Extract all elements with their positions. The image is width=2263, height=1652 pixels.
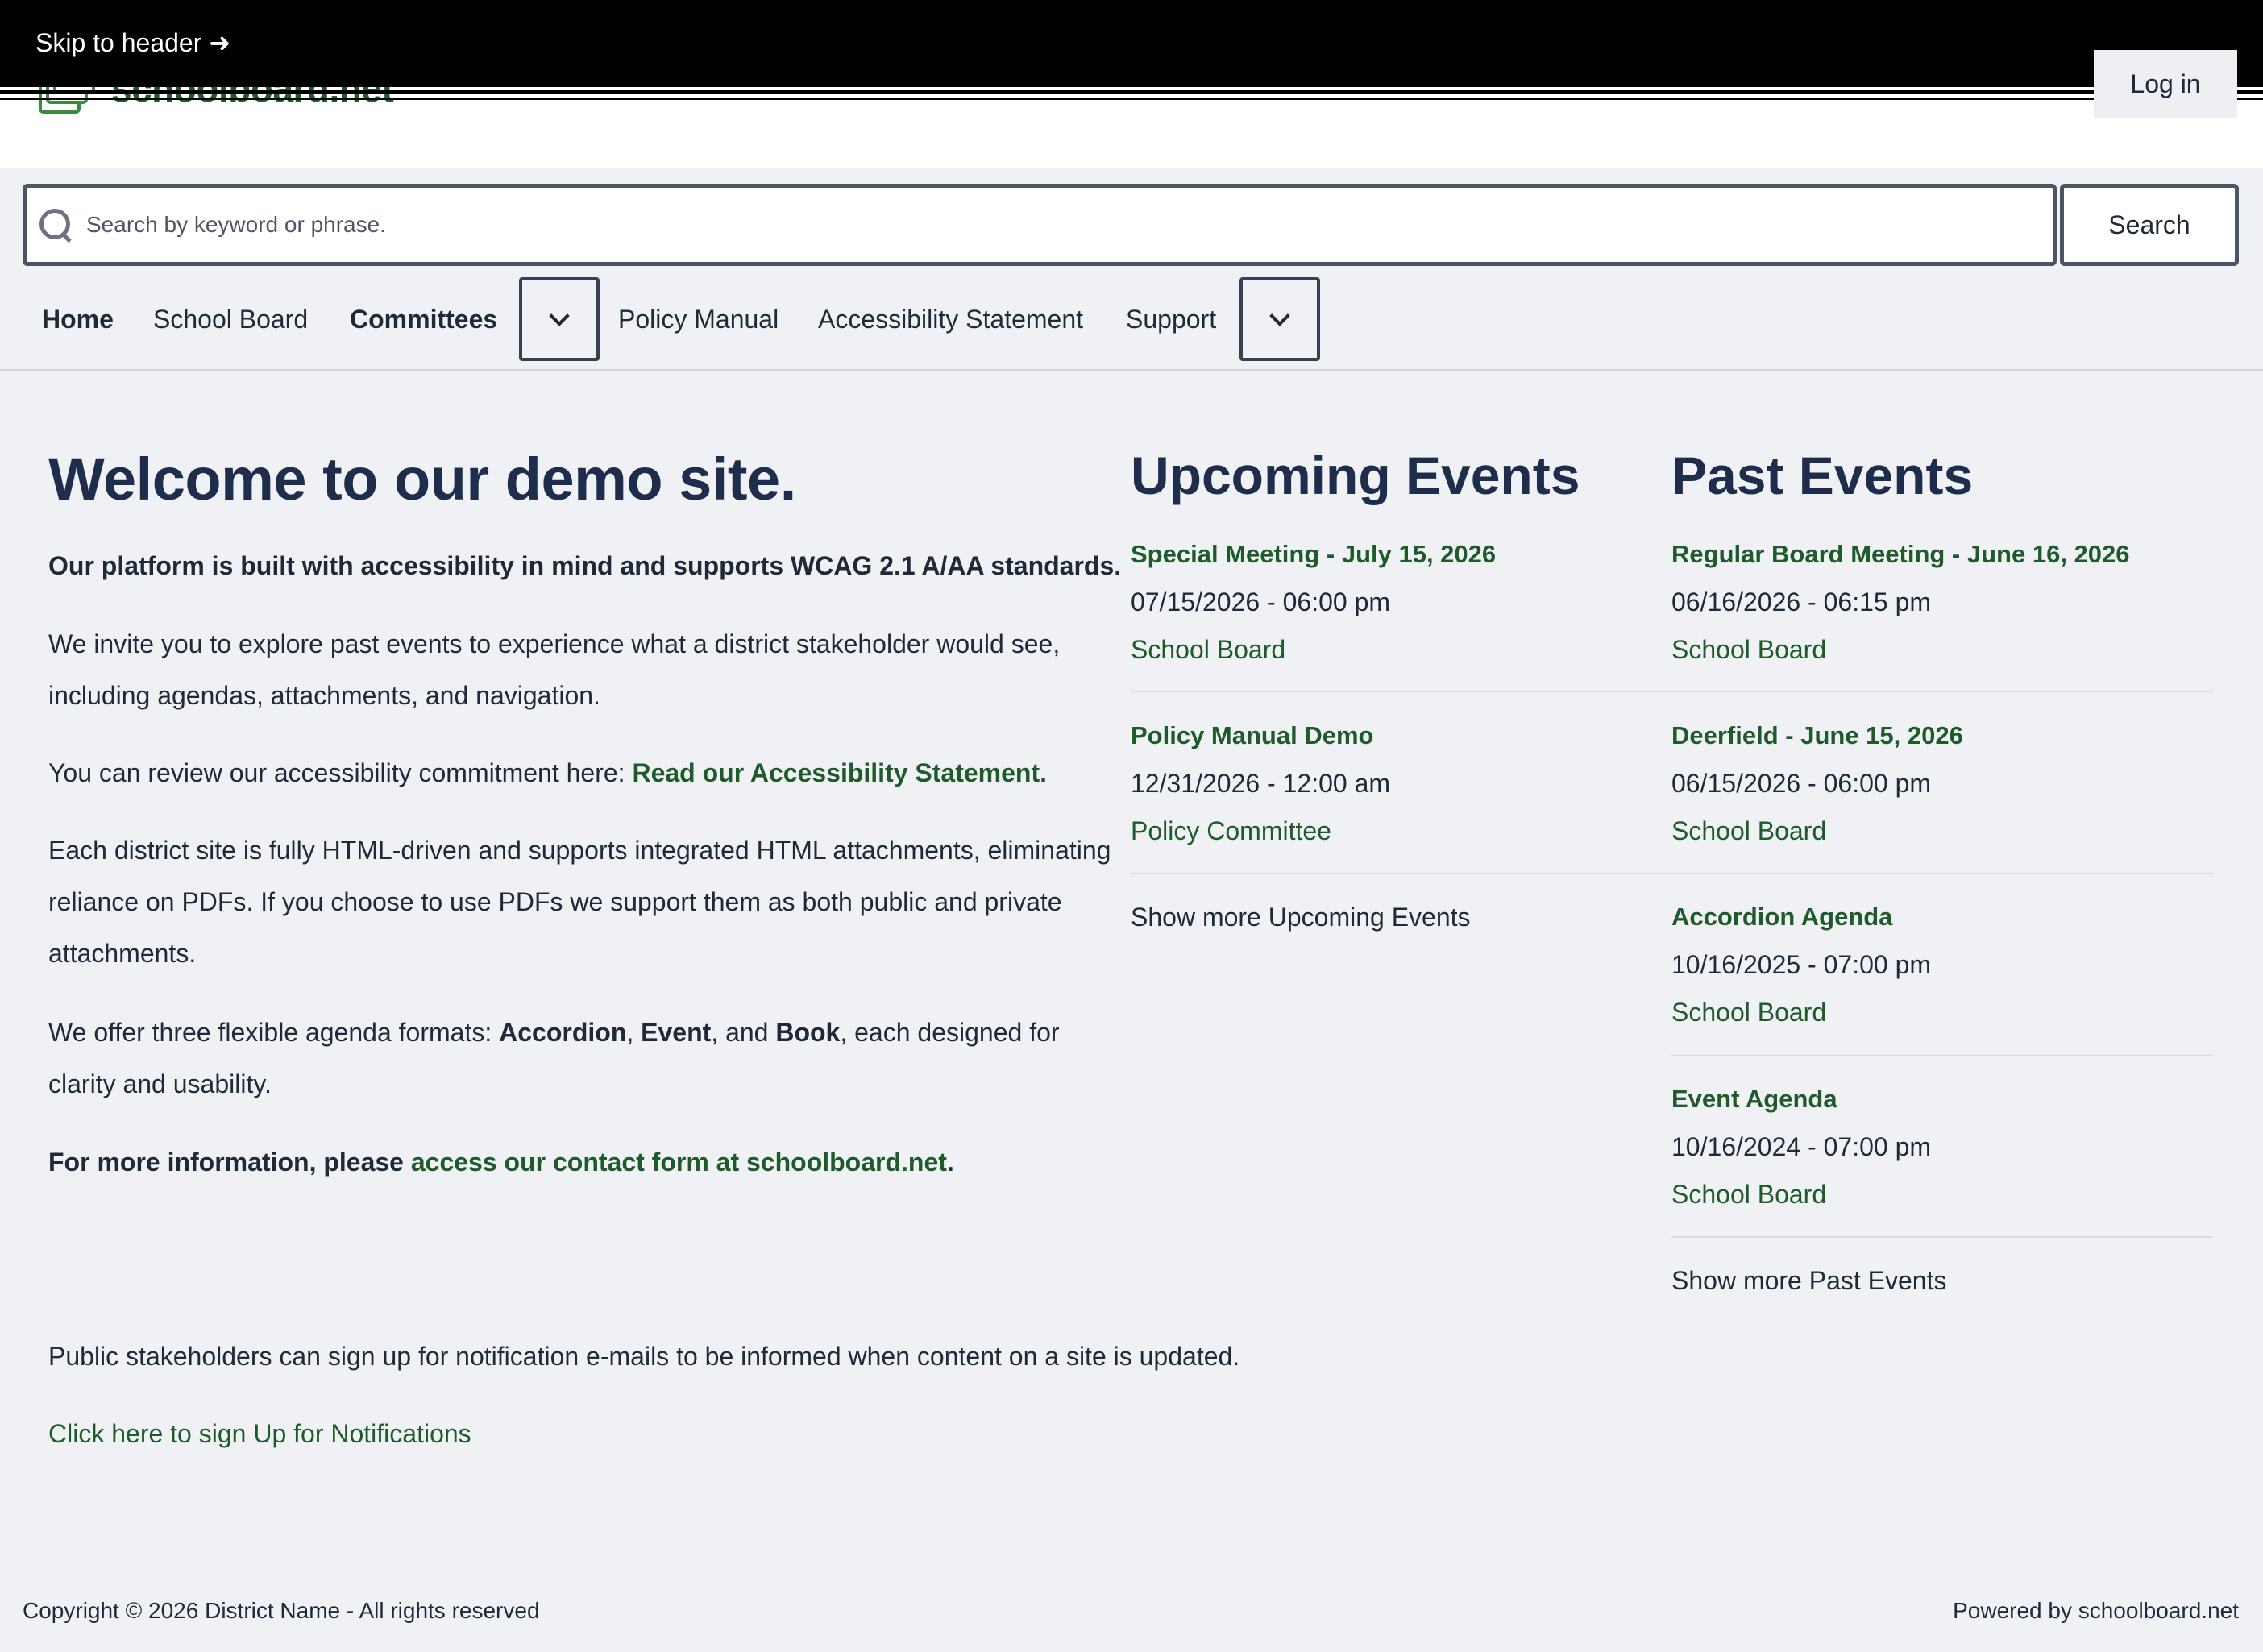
past-events-heading: Past Events	[1671, 446, 1974, 505]
login-button[interactable]: Log in	[2094, 50, 2237, 118]
nav-item-committees[interactable]: Committees	[350, 305, 497, 334]
show-more-past-link[interactable]: Show more Past Events	[1671, 1266, 1946, 1296]
skip-to-header-link[interactable]: Skip to header ➜	[35, 27, 230, 58]
upcoming-event-date: 12/31/2026 - 12:00 am	[1131, 769, 1391, 798]
past-event-title[interactable]: Event Agenda	[1671, 1085, 1837, 1114]
support-dropdown-button[interactable]	[1239, 277, 1320, 361]
skip-bar	[0, 0, 2263, 100]
accessibility-text: You can review our accessibility commitm…	[48, 758, 633, 787]
past-event-committee[interactable]: School Board	[1671, 635, 1826, 665]
accessibility-paragraph: You can review our accessibility commitm…	[48, 747, 1161, 799]
contact-form-link[interactable]: access our contact form at schoolboard.n…	[411, 1148, 947, 1177]
nav-item-support[interactable]: Support	[1126, 305, 1216, 334]
notification-link-wrap: Click here to sign Up for Notifications	[48, 1408, 1161, 1459]
show-more-upcoming-link[interactable]: Show more Upcoming Events	[1131, 903, 1471, 932]
contact-paragraph: For more information, please access our …	[48, 1136, 1161, 1188]
past-event-committee[interactable]: School Board	[1671, 816, 1826, 846]
event-divider	[1671, 1236, 2213, 1238]
formats-paragraph: We offer three flexible agenda formats: …	[48, 1007, 1128, 1110]
formats-text: We offer three flexible agenda formats:	[48, 1018, 500, 1047]
page-title: Welcome to our demo site.	[48, 446, 796, 513]
explore-paragraph: We invite you to explore past events to …	[48, 629, 1061, 710]
formats-sep: ,	[626, 1018, 642, 1047]
powered-by-link[interactable]: Powered by schoolboard.net	[1953, 1598, 2239, 1624]
event-divider	[1671, 1055, 2213, 1056]
past-event-title[interactable]: Regular Board Meeting - June 16, 2026	[1671, 540, 2130, 569]
format-book: Book	[775, 1018, 841, 1047]
chevron-down-icon	[1269, 305, 1290, 326]
upcoming-events-heading: Upcoming Events	[1131, 446, 1580, 505]
event-divider	[1131, 691, 1671, 692]
formats-sep: , and	[711, 1018, 776, 1047]
contact-period: .	[946, 1148, 954, 1177]
upcoming-event-committee[interactable]: School Board	[1131, 635, 1285, 665]
past-event-date: 06/15/2026 - 06:00 pm	[1671, 769, 1932, 798]
format-accordion: Accordion	[499, 1018, 627, 1047]
signup-notifications-link[interactable]: Click here to sign Up for Notifications	[48, 1419, 471, 1448]
search-box	[23, 184, 2057, 266]
search-button[interactable]: Search	[2060, 184, 2239, 266]
event-divider	[1131, 873, 1671, 874]
notification-paragraph: Public stakeholders can sign up for noti…	[48, 1342, 1240, 1371]
upcoming-event-date: 07/15/2026 - 06:00 pm	[1131, 587, 1391, 616]
copyright-text: Copyright © 2026 District Name - All rig…	[23, 1598, 540, 1623]
nav-item-school-board[interactable]: School Board	[153, 305, 308, 334]
intro-paragraph: Our platform is built with accessibility…	[48, 540, 1193, 591]
nav-item-home[interactable]: Home	[42, 305, 114, 334]
upcoming-event-committee[interactable]: Policy Committee	[1131, 816, 1331, 846]
nav-item-policy-manual[interactable]: Policy Manual	[618, 305, 779, 334]
past-event-title[interactable]: Deerfield - June 15, 2026	[1671, 721, 1963, 750]
chevron-down-icon	[549, 305, 570, 326]
past-event-date: 10/16/2025 - 07:00 pm	[1671, 950, 1932, 979]
upcoming-event-title[interactable]: Policy Manual Demo	[1131, 721, 1373, 750]
event-divider	[1671, 691, 2213, 692]
committees-dropdown-button[interactable]	[519, 277, 600, 361]
contact-text: For more information, please	[48, 1148, 411, 1177]
format-event: Event	[641, 1018, 712, 1047]
html-paragraph: Each district site is fully HTML-driven …	[48, 836, 1111, 968]
upcoming-event-title[interactable]: Special Meeting - July 15, 2026	[1131, 540, 1496, 569]
header-divider	[0, 90, 2263, 94]
past-event-date: 10/16/2024 - 07:00 pm	[1671, 1132, 1932, 1161]
header-divider-thin	[0, 98, 2263, 100]
nav-item-accessibility-statement[interactable]: Accessibility Statement	[818, 305, 1083, 334]
past-event-date: 06/16/2026 - 06:15 pm	[1671, 587, 1932, 616]
past-event-committee[interactable]: School Board	[1671, 1180, 1826, 1210]
event-divider	[1671, 873, 2213, 874]
wcag-statement: Our platform is built with accessibility…	[48, 551, 1122, 580]
search-input[interactable]	[86, 212, 1940, 238]
search-icon	[38, 207, 73, 243]
accessibility-statement-link[interactable]: Read our Accessibility Statement.	[632, 758, 1047, 787]
past-event-committee[interactable]: School Board	[1671, 998, 1826, 1027]
past-event-title[interactable]: Accordion Agenda	[1671, 903, 1892, 932]
